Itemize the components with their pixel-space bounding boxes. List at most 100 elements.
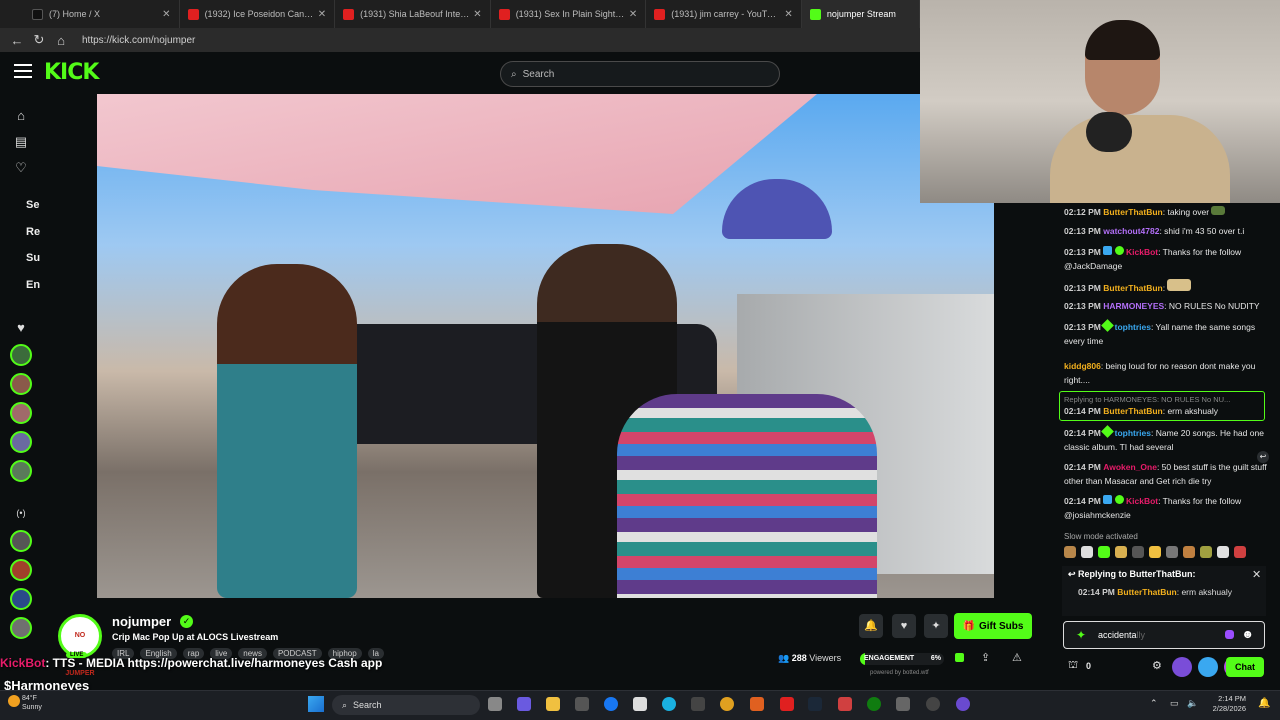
home-icon[interactable]: ⌂ [50, 33, 72, 48]
heart-filled-icon[interactable]: ♥ [12, 320, 30, 338]
kick-logo[interactable]: KICK [44, 60, 99, 85]
report-icon[interactable]: ⚠ [1012, 651, 1022, 664]
channel-name[interactable]: nojumper [112, 614, 171, 629]
avatar[interactable] [10, 344, 32, 366]
browser-tab[interactable]: (1931) jim carrey - YouTube ✕ [646, 0, 802, 28]
steam-icon[interactable] [808, 697, 822, 711]
app-icon[interactable] [750, 697, 764, 711]
facebook-icon[interactable] [604, 697, 618, 711]
url-field[interactable]: https://kick.com/nojumper [82, 35, 195, 46]
close-icon[interactable]: ✕ [629, 9, 637, 20]
extension-icon[interactable] [1198, 657, 1218, 677]
emote-icon[interactable] [1064, 546, 1076, 558]
avatar[interactable] [10, 588, 32, 610]
chat-send-button[interactable]: Chat [1226, 657, 1264, 677]
youtube-favicon-icon [654, 8, 666, 20]
video-scene-person [217, 264, 357, 598]
browser-tab[interactable]: (1932) Ice Poseidon Cancels Amaz ✕ [180, 0, 336, 28]
avatar[interactable] [10, 402, 32, 424]
browser-tab[interactable]: (1931) Sex In Plain Sight: The Figu ✕ [491, 0, 647, 28]
emote-icon[interactable] [1081, 546, 1093, 558]
network-icon[interactable]: ▭ [1170, 698, 1179, 709]
extension-icon[interactable] [1172, 657, 1192, 677]
sidebar-section[interactable]: En [26, 279, 40, 291]
app-icon[interactable] [896, 697, 910, 711]
menu-icon[interactable] [14, 64, 32, 78]
avatar[interactable] [10, 460, 32, 482]
weather-widget[interactable]: 84°F Sunny [22, 694, 42, 712]
sidebar-section[interactable]: Su [26, 252, 40, 264]
emote-icon[interactable] [1098, 546, 1110, 558]
avatar[interactable] [10, 373, 32, 395]
app-icon[interactable] [956, 697, 970, 711]
sparkle-icon[interactable]: ✦ [924, 614, 948, 638]
share-icon[interactable]: ⇪ [981, 651, 990, 664]
reload-icon[interactable]: ↻ [28, 32, 50, 48]
close-icon[interactable]: ✕ [473, 9, 481, 20]
taskbar-clock[interactable]: 2:14 PM 2/28/2026 [1200, 694, 1246, 714]
drop-icon[interactable] [1225, 630, 1234, 639]
file-explorer-icon[interactable] [546, 697, 560, 711]
close-icon[interactable]: ✕ [318, 9, 326, 20]
task-view-icon[interactable] [488, 697, 502, 711]
volume-icon[interactable]: 🔈 [1187, 698, 1198, 709]
tab-label: (1931) jim carrey - YouTube [671, 9, 781, 19]
video-player[interactable] [97, 94, 994, 598]
xbox-icon[interactable] [867, 697, 881, 711]
browser-tab[interactable]: (7) Home / X ✕ [24, 0, 180, 28]
video-scene-person [617, 394, 877, 598]
obs-icon[interactable] [926, 697, 940, 711]
youtube-icon[interactable] [780, 697, 794, 711]
app-icon[interactable] [838, 697, 852, 711]
back-icon[interactable]: ← [6, 33, 28, 48]
engagement-percent: 6% [930, 655, 941, 662]
close-icon[interactable]: ✕ [162, 9, 170, 20]
emote-icon[interactable] [1217, 546, 1229, 558]
settings-icon[interactable]: ⚙ [1152, 659, 1162, 672]
emoji-icon[interactable]: ☻ [1241, 627, 1254, 641]
emote-icon[interactable] [1115, 546, 1127, 558]
start-icon[interactable] [308, 696, 324, 712]
emote-icon[interactable] [1200, 546, 1212, 558]
browser-tab[interactable]: (1931) Shia LaBeouf Interview - Yo ✕ [335, 0, 491, 28]
chat-icon[interactable] [955, 653, 964, 662]
avatar[interactable] [10, 530, 32, 552]
amazon-icon[interactable] [633, 697, 647, 711]
home-icon[interactable]: ⌂ [12, 108, 30, 126]
streamer-cam [1050, 20, 1230, 203]
reply-highlight [1059, 391, 1265, 421]
emote-icon[interactable] [1132, 546, 1144, 558]
close-icon[interactable]: ✕ [784, 9, 792, 20]
calculator-icon[interactable] [691, 697, 705, 711]
heart-icon[interactable]: ♥ [892, 614, 916, 638]
heart-icon[interactable]: ♡ [12, 160, 30, 178]
following-icon[interactable]: ▤ [12, 134, 30, 152]
avatar[interactable] [10, 431, 32, 453]
engagement-meter: ENGAGEMENT 6% [860, 653, 944, 665]
sidebar-section[interactable]: Se [26, 199, 39, 211]
avatar[interactable] [10, 559, 32, 581]
browser-tab-active[interactable]: nojumper Stream [801, 0, 921, 28]
close-reply-icon[interactable]: ✕ [1252, 568, 1261, 581]
copilot-icon[interactable] [517, 697, 531, 711]
tray-chevron-icon[interactable]: ⌃ [1150, 698, 1158, 709]
store-icon[interactable] [575, 697, 589, 711]
emote-icon[interactable] [1149, 546, 1161, 558]
points-icon[interactable]: ⛫ [1068, 659, 1078, 673]
bell-icon[interactable]: 🔔 [859, 614, 883, 638]
emote-icon[interactable] [1234, 546, 1246, 558]
search-input[interactable]: ⌕ Search [500, 61, 780, 87]
edge-icon[interactable] [662, 697, 676, 711]
taskbar-search[interactable]: ⌕ Search [332, 695, 480, 715]
chrome-icon[interactable] [720, 697, 734, 711]
emote-icon[interactable] [1183, 546, 1195, 558]
reply-icon[interactable]: ↩ [1257, 451, 1269, 463]
gift-subs-button[interactable]: 🎁 Gift Subs [954, 613, 1032, 639]
bot-badge-icon [1103, 495, 1113, 504]
sidebar-section[interactable]: Re [26, 226, 40, 238]
emote-icon[interactable] [1166, 546, 1178, 558]
weather-icon[interactable] [8, 695, 20, 707]
avatar[interactable] [10, 617, 32, 639]
chat-input[interactable]: ✦ accidenta lly ☻ [1063, 621, 1265, 649]
notification-icon[interactable]: 🔔 [1258, 698, 1270, 709]
